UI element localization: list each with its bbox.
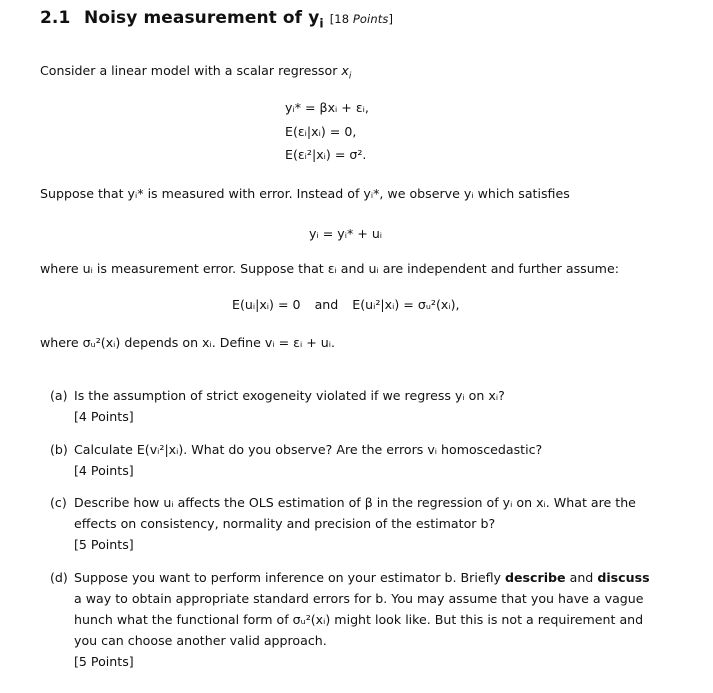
intro-text: Consider a linear model with a scalar re… bbox=[40, 63, 342, 78]
question-d: (d) Suppose you want to perform inferenc… bbox=[50, 567, 660, 672]
question-label: (b) bbox=[50, 442, 68, 457]
section-heading: 2.1 Noisy measurement of yi [18 Points] bbox=[40, 8, 394, 31]
assumption-equation-left: E(uᵢ|xᵢ) = 0 bbox=[232, 297, 301, 312]
question-label: (c) bbox=[50, 495, 67, 510]
assumption-equation: E(uᵢ|xᵢ) = 0 and E(uᵢ²|xᵢ) = σᵤ²(xᵢ), bbox=[232, 297, 460, 312]
question-label: (a) bbox=[50, 388, 68, 403]
model-equation-3: E(εᵢ²|xᵢ) = σ². bbox=[285, 147, 367, 162]
emphasis-describe: describe bbox=[505, 570, 566, 585]
question-points: [4 Points] bbox=[74, 463, 134, 478]
definition-paragraph: where σᵤ²(xᵢ) depends on xᵢ. Define vᵢ =… bbox=[40, 335, 335, 350]
question-label: (d) bbox=[50, 570, 68, 585]
section-points: [18 Points] bbox=[329, 12, 394, 26]
model-equation-2: E(εᵢ|xᵢ) = 0, bbox=[285, 124, 357, 139]
section-number: 2.1 bbox=[40, 8, 71, 28]
emphasis-discuss: discuss bbox=[597, 570, 650, 585]
question-text: Describe how uᵢ affects the OLS estimati… bbox=[74, 495, 636, 531]
section-title: Noisy measurement of bbox=[84, 8, 309, 28]
measurement-equation: yᵢ = yᵢ* + uᵢ bbox=[309, 226, 383, 241]
question-text: Is the assumption of strict exogeneity v… bbox=[74, 388, 505, 403]
question-c: (c) Describe how uᵢ affects the OLS esti… bbox=[50, 492, 660, 555]
question-text: Calculate E(vᵢ²|xᵢ). What do you observe… bbox=[74, 442, 543, 457]
question-points: [5 Points] bbox=[74, 537, 134, 552]
assumption-equation-connector: and bbox=[314, 297, 339, 312]
intro-variable: xi bbox=[341, 63, 352, 82]
question-text: Suppose you want to perform inference on… bbox=[74, 570, 650, 648]
model-equation-1: yᵢ* = βxᵢ + εᵢ, bbox=[285, 100, 369, 115]
question-points: [5 Points] bbox=[74, 654, 134, 669]
question-a: (a) Is the assumption of strict exogenei… bbox=[50, 385, 660, 427]
intro-paragraph: Consider a linear model with a scalar re… bbox=[40, 63, 352, 82]
assumption-equation-right: E(uᵢ²|xᵢ) = σᵤ²(xᵢ), bbox=[352, 297, 460, 312]
question-points: [4 Points] bbox=[74, 409, 134, 424]
assumption-paragraph: where uᵢ is measurement error. Suppose t… bbox=[40, 261, 619, 276]
section-title-variable: yi bbox=[308, 8, 324, 31]
measurement-paragraph: Suppose that yᵢ* is measured with error.… bbox=[40, 186, 570, 201]
question-b: (b) Calculate E(vᵢ²|xᵢ). What do you obs… bbox=[50, 439, 660, 481]
